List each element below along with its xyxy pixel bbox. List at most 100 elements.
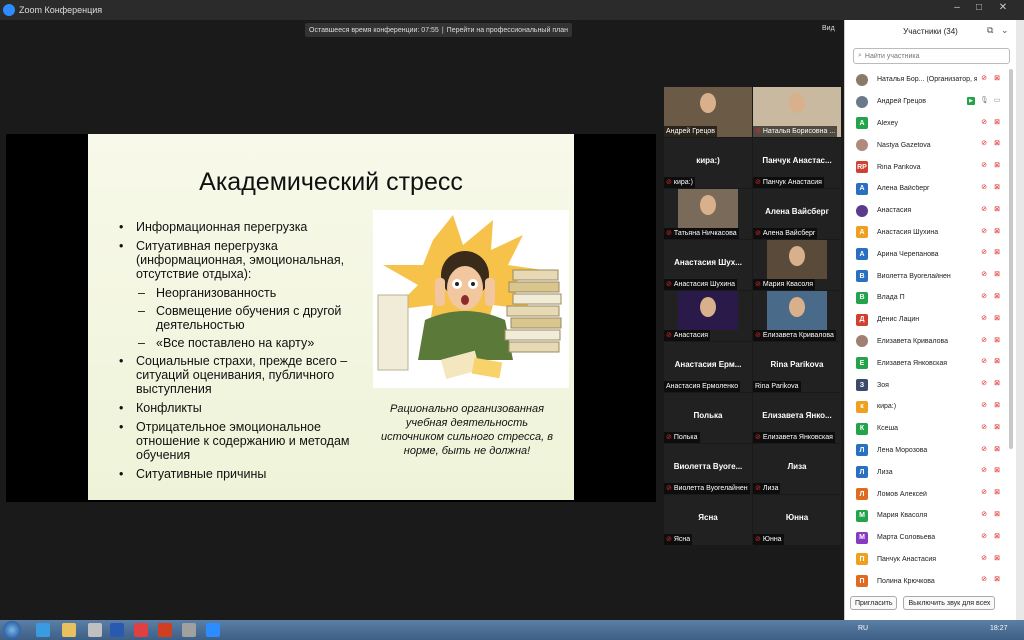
mic-on-icon[interactable]: 🎙 <box>980 97 989 105</box>
video-tile[interactable]: ⊘ Татьяна Ничкасова <box>664 189 752 239</box>
mic-muted-icon[interactable]: ⊘ <box>980 555 988 563</box>
mic-muted-icon[interactable]: ⊘ <box>980 402 988 410</box>
video-off-icon[interactable]: ⊠ <box>993 358 1001 366</box>
view-button[interactable]: Вид <box>822 25 835 32</box>
video-tile[interactable]: кира:) ⊘ кира:) <box>664 138 752 188</box>
video-off-icon[interactable]: ⊠ <box>993 337 1001 345</box>
video-tile[interactable]: Полька ⊘ Полька <box>664 393 752 443</box>
mute-all-button[interactable]: Выключить звук для всех <box>903 596 996 610</box>
video-tile[interactable]: ⊘ Анастасия <box>664 291 752 341</box>
participant-row[interactable]: Наталья Бор... (Организатор, я) ⊘ ⊠ <box>845 69 1011 91</box>
video-off-icon[interactable]: ⊠ <box>993 162 1001 170</box>
media-player-icon[interactable] <box>88 623 102 637</box>
word-icon[interactable] <box>110 623 124 637</box>
explorer-icon[interactable] <box>62 623 76 637</box>
mic-muted-icon[interactable]: ⊘ <box>980 249 988 257</box>
video-off-icon[interactable]: ⊠ <box>993 75 1001 83</box>
popout-icon[interactable]: ⧉ <box>987 25 993 36</box>
video-off-icon[interactable]: ⊠ <box>993 446 1001 454</box>
video-tile[interactable]: Анастасия Ерм... Анастасия Ермоленко <box>664 342 752 392</box>
close-icon[interactable]: ✕ <box>996 2 1010 13</box>
mic-muted-icon[interactable]: ⊘ <box>980 576 988 584</box>
video-tile[interactable]: Виолетта Вуоге... ⊘ Виолетта Вуогелайнен <box>664 444 752 494</box>
language-indicator[interactable]: RU <box>858 625 868 632</box>
video-off-icon[interactable]: ⊠ <box>993 489 1001 497</box>
participant-row[interactable]: Е Елизавета Янковская ⊘ ⊠ <box>845 352 1011 374</box>
mic-muted-icon[interactable]: ⊘ <box>980 271 988 279</box>
video-off-icon[interactable]: ⊠ <box>993 293 1001 301</box>
participant-row[interactable]: М Марта Соловьева ⊘ ⊠ <box>845 527 1011 549</box>
participant-row[interactable]: Nastya Gazetova ⊘ ⊠ <box>845 134 1011 156</box>
video-tile[interactable]: ⊘ Наталья Борисовна ... <box>753 87 841 137</box>
participant-row[interactable]: A Alexey ⊘ ⊠ <box>845 113 1011 135</box>
mic-muted-icon[interactable]: ⊘ <box>980 140 988 148</box>
video-tile[interactable]: Анастасия Шух... ⊘ Анастасия Шухина <box>664 240 752 290</box>
upgrade-link[interactable]: Перейти на профессиональный план <box>447 27 568 34</box>
participant-row[interactable]: П Панчук Анастасия ⊘ ⊠ <box>845 549 1011 571</box>
mic-muted-icon[interactable]: ⊘ <box>980 119 988 127</box>
participant-row[interactable]: Л Лена Морозова ⊘ ⊠ <box>845 440 1011 462</box>
chrome-icon[interactable] <box>134 623 148 637</box>
mic-muted-icon[interactable]: ⊘ <box>980 511 988 519</box>
participant-row[interactable]: Л Лиза ⊘ ⊠ <box>845 461 1011 483</box>
participant-row[interactable]: А Алена Вайсберг ⊘ ⊠ <box>845 178 1011 200</box>
video-off-icon[interactable]: ⊠ <box>993 555 1001 563</box>
screen-share-icon[interactable]: ▶ <box>967 96 975 105</box>
video-off-icon[interactable]: ⊠ <box>993 402 1001 410</box>
mic-muted-icon[interactable]: ⊘ <box>980 206 988 214</box>
video-off-icon[interactable]: ⊠ <box>993 140 1001 148</box>
video-tile[interactable]: Лиза ⊘ Лиза <box>753 444 841 494</box>
participant-row[interactable]: RP Rina Parikova ⊘ ⊠ <box>845 156 1011 178</box>
video-tile[interactable]: Андрей Грецов <box>664 87 752 137</box>
participant-row[interactable]: Андрей Грецов ▶ 🎙 ▭ <box>845 91 1011 113</box>
video-tile[interactable]: Юнна ⊘ Юнна <box>753 495 841 545</box>
mic-muted-icon[interactable]: ⊘ <box>980 184 988 192</box>
start-button[interactable] <box>3 621 21 639</box>
video-on-icon[interactable]: ▭ <box>993 97 1001 105</box>
video-off-icon[interactable]: ⊠ <box>993 119 1001 127</box>
participant-search-input[interactable] <box>864 52 985 60</box>
participant-row[interactable]: П Полина Крючкова ⊘ ⊠ <box>845 570 1011 592</box>
participant-row[interactable]: М Мария Квасоля ⊘ ⊠ <box>845 505 1011 527</box>
video-off-icon[interactable]: ⊠ <box>993 511 1001 519</box>
maximize-icon[interactable]: □ <box>972 2 986 13</box>
participant-row[interactable]: Д Денис Лацин ⊘ ⊠ <box>845 309 1011 331</box>
video-off-icon[interactable]: ⊠ <box>993 271 1001 279</box>
participant-row[interactable]: З Зоя ⊘ ⊠ <box>845 374 1011 396</box>
participants-scrollbar[interactable] <box>1009 69 1013 449</box>
video-tile[interactable]: Алена Вайсберг ⊘ Алена Вайсберг <box>753 189 841 239</box>
participant-search[interactable]: ⌕ <box>853 48 1010 64</box>
chevron-down-icon[interactable]: ⌄ <box>1001 25 1009 36</box>
video-off-icon[interactable]: ⊠ <box>993 184 1001 192</box>
mic-muted-icon[interactable]: ⊘ <box>980 315 988 323</box>
video-off-icon[interactable]: ⊠ <box>993 249 1001 257</box>
video-off-icon[interactable]: ⊠ <box>993 228 1001 236</box>
mic-muted-icon[interactable]: ⊘ <box>980 293 988 301</box>
participant-row[interactable]: В Виолетта Вуогелайнен ⊘ ⊠ <box>845 265 1011 287</box>
video-off-icon[interactable]: ⊠ <box>993 424 1001 432</box>
video-off-icon[interactable]: ⊠ <box>993 380 1001 388</box>
participant-row[interactable]: Елизавета Кривалова ⊘ ⊠ <box>845 331 1011 353</box>
mic-muted-icon[interactable]: ⊘ <box>980 337 988 345</box>
mic-muted-icon[interactable]: ⊘ <box>980 228 988 236</box>
mic-muted-icon[interactable]: ⊘ <box>980 489 988 497</box>
mic-muted-icon[interactable]: ⊘ <box>980 533 988 541</box>
photo-viewer-icon[interactable] <box>182 623 196 637</box>
video-off-icon[interactable]: ⊠ <box>993 576 1001 584</box>
mic-muted-icon[interactable]: ⊘ <box>980 467 988 475</box>
participant-row[interactable]: А Арина Черепанова ⊘ ⊠ <box>845 243 1011 265</box>
participant-row[interactable]: К Ксеша ⊘ ⊠ <box>845 418 1011 440</box>
video-off-icon[interactable]: ⊠ <box>993 315 1001 323</box>
yandex-icon[interactable] <box>158 623 172 637</box>
video-tile[interactable]: Панчук Анастас... ⊘ Панчук Анастасия <box>753 138 841 188</box>
video-tile[interactable]: ⊘ Елизавета Кривалова <box>753 291 841 341</box>
mic-muted-icon[interactable]: ⊘ <box>980 75 988 83</box>
participant-row[interactable]: к кира:) ⊘ ⊠ <box>845 396 1011 418</box>
clock[interactable]: 18:27 <box>990 625 1008 632</box>
mic-muted-icon[interactable]: ⊘ <box>980 358 988 366</box>
participant-row[interactable]: А Анастасия Шухина ⊘ ⊠ <box>845 222 1011 244</box>
video-tile[interactable]: Ясна ⊘ Ясна <box>664 495 752 545</box>
video-off-icon[interactable]: ⊠ <box>993 467 1001 475</box>
invite-button[interactable]: Пригласить <box>850 596 898 610</box>
ie-icon[interactable] <box>36 623 50 637</box>
